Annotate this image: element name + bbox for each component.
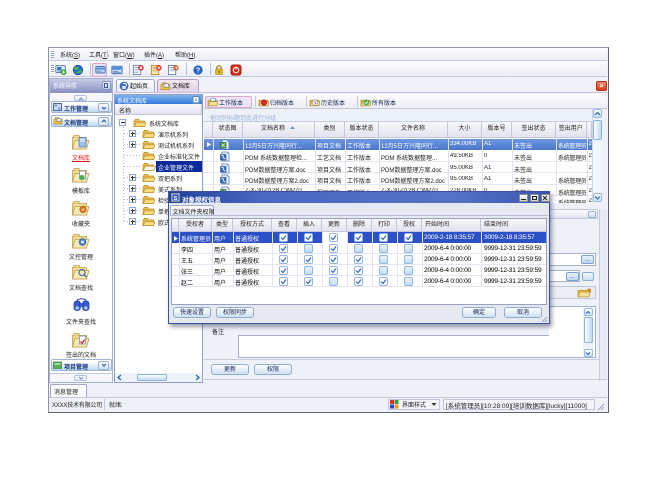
svg-text:?: ? (196, 66, 201, 75)
svg-text:S: S (174, 196, 178, 202)
